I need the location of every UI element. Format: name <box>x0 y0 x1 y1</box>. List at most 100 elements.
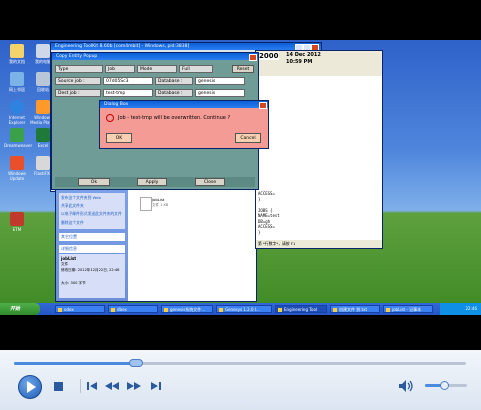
desktop-icon-label: 我的文档 <box>9 59 25 64</box>
taskbar-item-label: jobList - 记事本 <box>392 307 422 312</box>
taskbar-item[interactable]: dbex <box>108 305 158 313</box>
close-popup-button[interactable]: Close <box>195 178 225 186</box>
clock-time: 10:59 PM <box>286 59 313 65</box>
app-icon <box>10 128 24 142</box>
close-button[interactable] <box>249 54 257 61</box>
taskbar-item[interactable]: genesis系统文件... <box>161 305 213 313</box>
desktop-icon-etm[interactable]: ETM <box>4 212 30 238</box>
dest-job-input[interactable]: test-tmp <box>103 89 153 97</box>
source-database-label: Database : <box>155 77 193 85</box>
file-icon[interactable] <box>140 197 152 211</box>
folder-icon <box>164 308 168 312</box>
taskbar-item[interactable]: odex <box>55 305 105 313</box>
file-tasks-panel: 发布这个文件夹到 Web 共享此文件夹 以电子邮件形式发送此文件夹的文件 删除这… <box>59 193 125 229</box>
desktop-icon-windows-update[interactable]: Windows Update <box>4 156 30 182</box>
taskbar-item-label: odex <box>64 307 74 312</box>
detail-modified: 修改日期: 2012年12月22日, 22:46 <box>61 268 120 272</box>
desktop-icon-label: Internet Explorer <box>8 115 26 125</box>
editor-text[interactable]: ACCESS= } JOBS { NAME=test DB=gh ACCESS=… <box>258 191 378 235</box>
desktop-icon-label: 网上邻居 <box>9 87 25 92</box>
editor-line: } <box>258 229 261 235</box>
system-tray-clock[interactable]: 22:46 <box>440 303 481 315</box>
stop-icon[interactable] <box>54 382 63 391</box>
reset-button[interactable]: Reset <box>232 65 254 73</box>
dest-database-input[interactable]: genesis <box>195 89 245 97</box>
app-icon <box>219 308 223 312</box>
folder-icon <box>10 44 24 58</box>
desktop-icon-my-documents[interactable]: 我的文档 <box>4 44 30 70</box>
explorer-window[interactable]: 发布这个文件夹到 Web 共享此文件夹 以电子邮件形式发送此文件夹的文件 删除这… <box>55 188 257 302</box>
close-button[interactable] <box>259 102 267 109</box>
dest-job-label: Dest job : <box>55 89 101 97</box>
app-icon <box>278 308 282 312</box>
update-icon <box>10 156 24 170</box>
taskbar-item-active[interactable]: Engineering Tool <box>275 305 327 313</box>
fast-forward-icon[interactable] <box>126 380 142 392</box>
dialog-box[interactable]: Dialog Box Job - test-tmp will be overwr… <box>99 100 269 149</box>
folder-icon <box>58 308 62 312</box>
taskbar-item-label: 创建文件 到.txt <box>339 307 368 312</box>
desktop-icon-network[interactable]: 网上邻居 <box>4 72 30 98</box>
speaker-icon[interactable] <box>398 379 414 393</box>
network-icon <box>10 72 24 86</box>
other-places-header[interactable]: 其它位置 <box>59 233 125 241</box>
ftp-icon <box>36 156 50 170</box>
dest-database-label: Database : <box>155 89 193 97</box>
details-panel: jobList 文件 修改日期: 2012年12月22日, 22:46 大小: … <box>59 254 125 298</box>
source-job-input[interactable]: 07d05Sc3 <box>103 77 153 85</box>
taskbar-item-label: Engineering Tool <box>284 307 318 312</box>
taskbar-item[interactable]: jobList - 记事本 <box>383 305 433 313</box>
type-label: Type <box>55 65 103 73</box>
details-header[interactable]: 详细信息 <box>59 245 125 253</box>
video-frame: 我的文档 我的电脑 网上邻居 回收站 Internet Explorer Win… <box>0 40 481 315</box>
seek-thumb[interactable] <box>129 359 144 367</box>
task-link[interactable]: 删除这个文件 <box>61 220 84 226</box>
notepad-header: 2000 14 Dec 2012 10:59 PM <box>256 51 382 76</box>
taskbar-item-label: dbex <box>117 307 127 312</box>
task-link[interactable]: 共享此文件夹 <box>61 203 84 209</box>
folder-icon <box>111 308 115 312</box>
dialog-title: Dialog Box <box>100 101 268 108</box>
task-link[interactable]: 以电子邮件形式发送此文件夹的文件 <box>61 211 122 217</box>
taskbar-item-label: genesis系统文件... <box>170 307 206 312</box>
taskbar-item-label: Genesys 1.2.0 I... <box>225 307 260 312</box>
separator <box>80 379 81 393</box>
excel-icon <box>36 128 50 142</box>
desktop-icon-ie[interactable]: Internet Explorer <box>4 100 30 126</box>
previous-icon[interactable] <box>86 380 98 392</box>
taskbar-item[interactable]: 创建文件 到.txt <box>330 305 380 313</box>
ok-button[interactable]: Ok <box>78 178 110 186</box>
window-title: Engineering ToolKit 8.60b [com4mbit] - W… <box>51 43 321 50</box>
dialog-ok-button[interactable]: OK <box>106 133 132 143</box>
desktop-icon-label: Windows Update <box>8 171 26 181</box>
warning-icon <box>106 114 114 122</box>
file-name[interactable]: jobList <box>152 197 164 202</box>
volume-thumb[interactable] <box>439 381 449 390</box>
source-database-input[interactable]: genesis <box>195 77 245 85</box>
taskbar-item[interactable]: Genesys 1.2.0 I... <box>216 305 272 313</box>
mode-select[interactable]: Full <box>179 65 213 73</box>
notepad-window[interactable]: 2000 14 Dec 2012 10:59 PM ACCESS= } JOBS… <box>255 50 383 249</box>
recycle-bin-icon <box>36 72 50 86</box>
detail-type: 文件 <box>61 262 69 266</box>
dialog-cancel-button[interactable]: Cancel <box>235 133 261 143</box>
type-select[interactable]: Job <box>105 65 135 73</box>
apply-button[interactable]: Apply <box>137 178 167 186</box>
next-icon[interactable] <box>150 380 162 392</box>
taskbar: 开始 odex dbex genesis系统文件... Genesys 1.2.… <box>0 303 481 315</box>
dialog-message: Job - test-tmp will be overwritten. Cont… <box>118 115 231 121</box>
app-icon <box>10 212 24 226</box>
start-button[interactable]: 开始 <box>0 303 40 315</box>
rewind-icon[interactable] <box>104 380 120 392</box>
detail-name: jobList <box>61 256 77 261</box>
file-meta: 文件 1 KB <box>152 203 169 207</box>
notepad-icon <box>386 308 390 312</box>
desktop-icon-dreamweaver[interactable]: Dreamweaver <box>4 128 32 154</box>
play-button[interactable] <box>18 375 42 399</box>
notepad-icon <box>333 308 337 312</box>
mode-label: Mode <box>137 65 177 73</box>
popup-title: Copy Entity Popup <box>52 53 258 60</box>
task-link[interactable]: 发布这个文件夹到 Web <box>61 195 101 201</box>
popup-button-bar: Ok Apply Close <box>55 177 255 187</box>
clock-year: 2000 <box>258 52 280 60</box>
